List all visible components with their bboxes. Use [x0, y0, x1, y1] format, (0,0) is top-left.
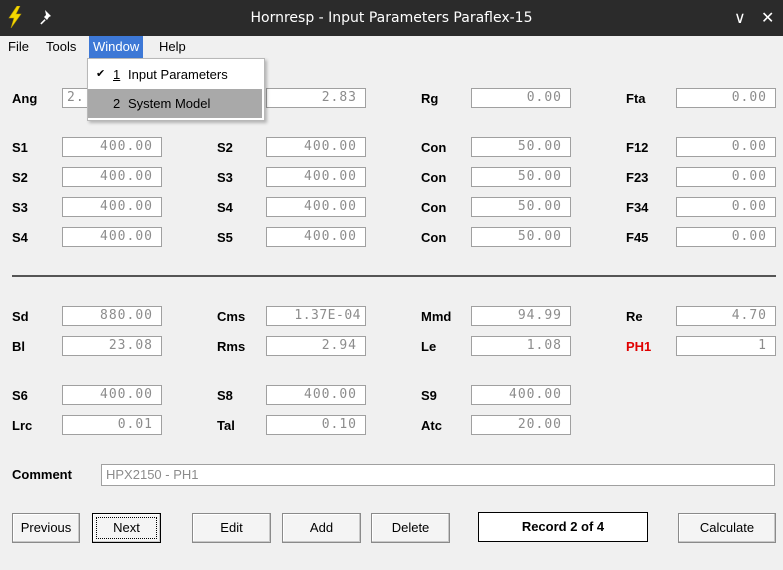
seg2-b-field[interactable]: 400.00 — [266, 167, 366, 187]
menu-bar: File Tools Window Help — [0, 36, 783, 58]
s8-label: S8 — [217, 388, 233, 403]
menu-file[interactable]: File — [4, 36, 33, 58]
seg2-c-label: Con — [421, 170, 447, 185]
window-dropdown-menu: ✔ 1 Input Parameters 2 System Model — [87, 58, 265, 121]
seg3-c-field[interactable]: 50.00 — [471, 197, 571, 217]
menu-window[interactable]: Window — [89, 36, 144, 58]
mmd-field[interactable]: 94.99 — [471, 306, 571, 326]
tal-label: Tal — [217, 418, 235, 433]
seg4-a-field[interactable]: 400.00 — [62, 227, 162, 247]
seg2-b-label: S3 — [217, 170, 233, 185]
add-button[interactable]: Add — [282, 513, 361, 543]
re-field[interactable]: 4.70 — [676, 306, 776, 326]
seg3-d-label: F34 — [626, 200, 649, 215]
s6-label: S6 — [12, 388, 28, 403]
rg-label: Rg — [421, 91, 439, 106]
atc-label: Atc — [421, 418, 442, 433]
seg3-d-field[interactable]: 0.00 — [676, 197, 776, 217]
checkmark-icon: ✔ — [96, 68, 106, 80]
sd-label: Sd — [12, 309, 29, 324]
seg2-d-field[interactable]: 0.00 — [676, 167, 776, 187]
seg1-a-label: S1 — [12, 140, 28, 155]
seg1-b-field[interactable]: 400.00 — [266, 137, 366, 157]
comment-field[interactable]: HPX2150 - PH1 — [101, 464, 775, 486]
seg1-c-label: Con — [421, 140, 447, 155]
dropdown-item-input-parameters[interactable]: ✔ 1 Input Parameters — [88, 60, 262, 89]
section-divider — [12, 275, 776, 277]
window-title: Hornresp - Input Parameters Paraflex-15 — [250, 10, 533, 26]
bl-field[interactable]: 23.08 — [62, 336, 162, 356]
re-label: Re — [626, 309, 643, 324]
s6-field[interactable]: 400.00 — [62, 385, 162, 405]
ang-label: Ang — [12, 91, 38, 106]
lrc-label: Lrc — [12, 418, 33, 433]
seg3-a-label: S3 — [12, 200, 28, 215]
seg1-c-field[interactable]: 50.00 — [471, 137, 571, 157]
mmd-label: Mmd — [421, 309, 452, 324]
calculate-button[interactable]: Calculate — [678, 513, 776, 543]
seg4-a-label: S4 — [12, 230, 28, 245]
s8-field[interactable]: 400.00 — [266, 385, 366, 405]
dropdown-item-1-number: 1 — [113, 67, 121, 82]
next-button[interactable]: Next — [92, 513, 161, 543]
seg1-a-field[interactable]: 400.00 — [62, 137, 162, 157]
record-indicator: Record 2 of 4 — [478, 512, 648, 542]
seg2-d-label: F23 — [626, 170, 649, 185]
dropdown-item-1-label: Input Parameters — [128, 67, 228, 82]
atc-field[interactable]: 20.00 — [471, 415, 571, 435]
sd-field[interactable]: 880.00 — [62, 306, 162, 326]
seg2-c-field[interactable]: 50.00 — [471, 167, 571, 187]
seg1-b-label: S2 — [217, 140, 233, 155]
s9-field[interactable]: 400.00 — [471, 385, 571, 405]
cms-field[interactable]: 1.37E-04 — [266, 306, 366, 326]
ph1-field[interactable]: 1 — [676, 336, 776, 356]
fta-label: Fta — [626, 91, 646, 106]
tal-field[interactable]: 0.10 — [266, 415, 366, 435]
title-bar: Hornresp - Input Parameters Paraflex-15 … — [0, 0, 783, 36]
seg1-d-field[interactable]: 0.00 — [676, 137, 776, 157]
rg-field[interactable]: 0.00 — [471, 88, 571, 108]
chevron-down-icon[interactable]: ∨ — [734, 0, 746, 36]
dropdown-item-2-number: 2 — [113, 96, 121, 111]
seg4-b-label: S5 — [217, 230, 233, 245]
delete-button[interactable]: Delete — [371, 513, 450, 543]
seg2-a-field[interactable]: 400.00 — [62, 167, 162, 187]
rms-label: Rms — [217, 339, 246, 354]
menu-help[interactable]: Help — [155, 36, 190, 58]
le-field[interactable]: 1.08 — [471, 336, 571, 356]
comment-label: Comment — [12, 467, 72, 482]
close-icon[interactable]: ✕ — [761, 0, 774, 36]
row1-col2-field[interactable]: 2.83 — [266, 88, 366, 108]
dropdown-item-system-model[interactable]: 2 System Model — [88, 89, 262, 118]
dropdown-item-2-label: System Model — [128, 96, 211, 111]
seg4-b-field[interactable]: 400.00 — [266, 227, 366, 247]
bl-label: Bl — [12, 339, 25, 354]
fta-field[interactable]: 0.00 — [676, 88, 776, 108]
seg4-d-field[interactable]: 0.00 — [676, 227, 776, 247]
ph1-label: PH1 — [626, 339, 652, 354]
lrc-field[interactable]: 0.01 — [62, 415, 162, 435]
seg3-b-field[interactable]: 400.00 — [266, 197, 366, 217]
seg3-c-label: Con — [421, 200, 447, 215]
seg4-c-label: Con — [421, 230, 447, 245]
seg4-d-label: F45 — [626, 230, 649, 245]
rms-field[interactable]: 2.94 — [266, 336, 366, 356]
cms-label: Cms — [217, 309, 246, 324]
le-label: Le — [421, 339, 437, 354]
edit-button[interactable]: Edit — [192, 513, 271, 543]
seg3-a-field[interactable]: 400.00 — [62, 197, 162, 217]
previous-button[interactable]: Previous — [12, 513, 80, 543]
seg1-d-label: F12 — [626, 140, 649, 155]
seg2-a-label: S2 — [12, 170, 28, 185]
seg4-c-field[interactable]: 50.00 — [471, 227, 571, 247]
s9-label: S9 — [421, 388, 437, 403]
menu-tools[interactable]: Tools — [42, 36, 80, 58]
seg3-b-label: S4 — [217, 200, 233, 215]
